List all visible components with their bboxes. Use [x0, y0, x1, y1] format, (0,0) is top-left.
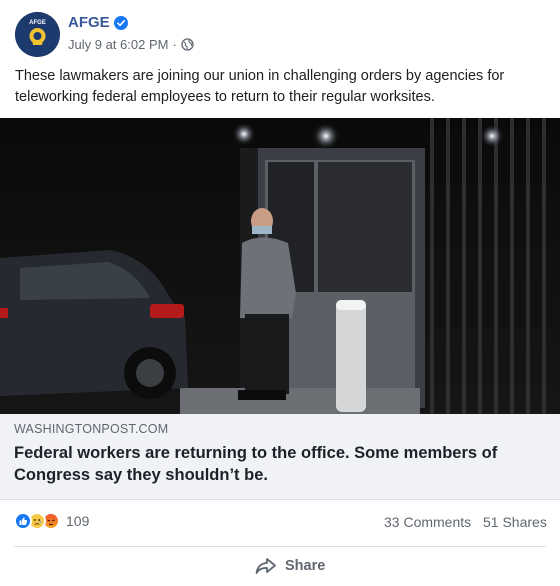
- action-divider: [14, 546, 546, 547]
- reaction-count[interactable]: 109: [66, 513, 89, 529]
- like-icon: [14, 512, 32, 530]
- page-avatar[interactable]: AFGE: [15, 12, 60, 57]
- link-domain: WASHINGTONPOST.COM: [14, 422, 169, 436]
- post-stats-bar: 109 33 Comments 51 Shares: [0, 500, 560, 544]
- share-arrow-icon: [255, 557, 277, 575]
- security-guard-photo: [0, 118, 560, 414]
- link-preview-card[interactable]: WASHINGTONPOST.COM Federal workers are r…: [0, 414, 560, 500]
- share-label: Share: [285, 558, 326, 574]
- link-title[interactable]: Federal workers are returning to the off…: [14, 442, 549, 486]
- globe-icon[interactable]: [181, 38, 194, 51]
- link-preview-image[interactable]: [0, 118, 560, 414]
- verified-badge-icon: [113, 15, 128, 30]
- page-name-link[interactable]: AFGE: [68, 14, 110, 31]
- meta-separator: ·: [172, 37, 177, 52]
- reactions-summary[interactable]: 109: [14, 512, 89, 530]
- comments-count-link[interactable]: 33 Comments: [384, 514, 471, 530]
- svg-text:AFGE: AFGE: [29, 20, 46, 26]
- post-header: AFGE AFGE July 9 at 6:02 PM ·: [0, 0, 560, 66]
- post-text: These lawmakers are joining our union in…: [15, 68, 505, 105]
- shares-count-link[interactable]: 51 Shares: [483, 514, 547, 530]
- afge-logo-icon: AFGE: [15, 12, 60, 57]
- share-button[interactable]: Share: [255, 557, 325, 575]
- post-timestamp[interactable]: July 9 at 6:02 PM: [68, 37, 168, 52]
